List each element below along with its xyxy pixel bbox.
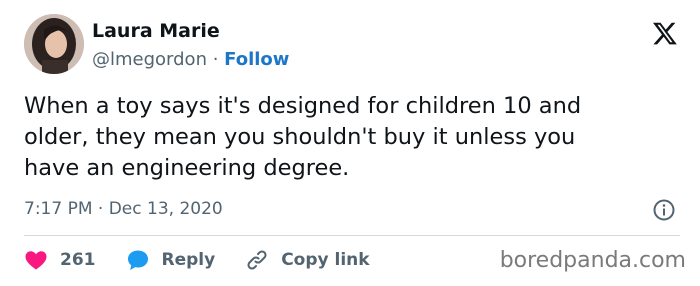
reply-button[interactable]: Reply: [126, 248, 216, 272]
watermark: boredpanda.com: [499, 248, 686, 273]
handle-row: @lmegordon · Follow: [92, 49, 289, 70]
reply-label: Reply: [161, 250, 216, 270]
tweet-timestamp[interactable]: 7:17 PM · Dec 13, 2020: [24, 199, 223, 219]
user-handle[interactable]: @lmegordon: [92, 49, 207, 70]
avatar-image: [24, 14, 84, 74]
action-bar: 261 Reply Copy link: [24, 248, 400, 272]
x-logo-icon[interactable]: [652, 20, 678, 46]
link-icon: [247, 250, 267, 270]
follow-button[interactable]: Follow: [224, 49, 289, 70]
info-icon[interactable]: [652, 198, 676, 222]
copy-link-button[interactable]: Copy link: [245, 248, 370, 272]
divider: [24, 235, 680, 236]
reply-bubble-icon: [127, 250, 148, 270]
heart-icon: [25, 251, 47, 270]
separator-dot: ·: [206, 49, 225, 70]
display-name[interactable]: Laura Marie: [92, 20, 220, 42]
tweet-card: Laura Marie @lmegordon · Follow When a t…: [0, 0, 700, 286]
tweet-text: When a toy says it's designed for childr…: [24, 93, 582, 181]
like-button[interactable]: 261: [24, 248, 96, 272]
like-count: 261: [60, 250, 96, 270]
copy-link-label: Copy link: [281, 250, 370, 270]
avatar[interactable]: [24, 14, 84, 74]
